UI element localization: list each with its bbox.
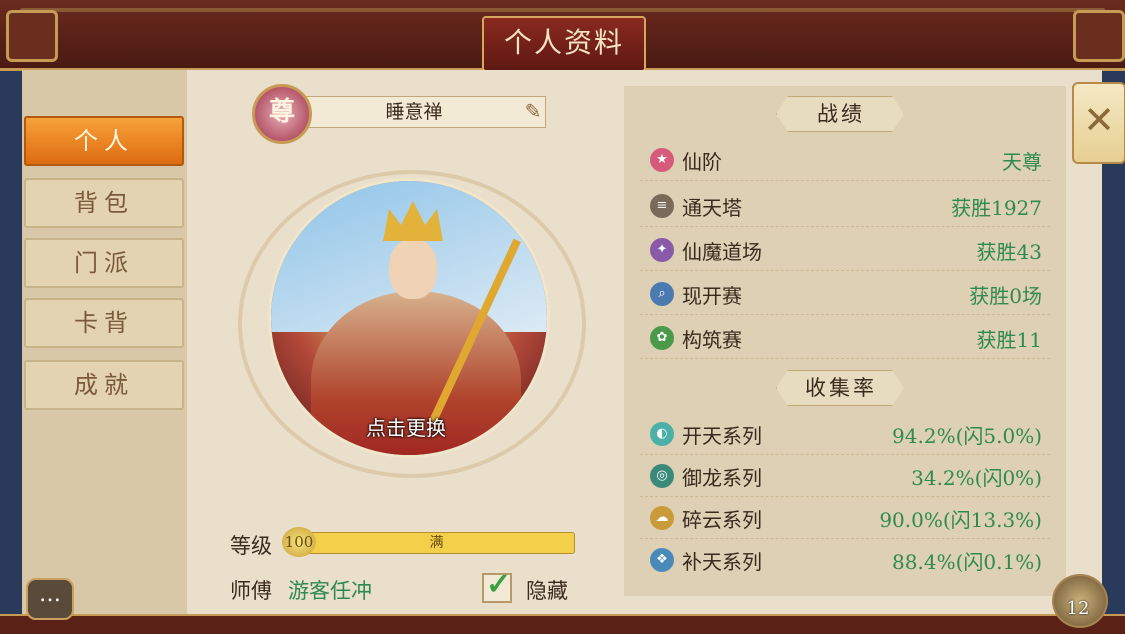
tab-achievements[interactable]: 成就 — [24, 360, 184, 410]
checkmark-icon: ✓ — [486, 567, 512, 602]
hide-checkbox[interactable]: ✓ — [482, 567, 512, 603]
stat-row: ≡ 通天塔 获胜1927 — [640, 186, 1050, 227]
level-progress-bar: 满 — [298, 532, 575, 554]
chat-button[interactable]: … — [26, 578, 74, 620]
collection-row: ◐ 开天系列 94.2%(闪5.0%) — [640, 414, 1050, 455]
tab-card-back[interactable]: 卡背 — [24, 298, 184, 348]
stat-row: ✿ 构筑赛 获胜11 — [640, 318, 1050, 359]
stat-row: ★ 仙阶 天尊 — [640, 140, 1050, 181]
change-avatar-label[interactable]: 点击更换 — [268, 412, 544, 441]
collection-header: 收集率 — [776, 370, 904, 406]
close-icon: ✕ — [1083, 98, 1115, 142]
footer-bar — [0, 614, 1125, 634]
tab-sect[interactable]: 门派 — [24, 238, 184, 288]
level-value: 100 — [282, 527, 316, 557]
sky-icon: ❖ — [650, 548, 674, 572]
stat-row: ✦ 仙魔道场 获胜43 — [640, 230, 1050, 271]
tab-personal[interactable]: 个人 — [24, 116, 184, 166]
dragon-icon: ◎ — [650, 464, 674, 488]
build-icon: ✿ — [650, 326, 674, 350]
rank-badge-icon: 尊 — [252, 84, 312, 144]
corner-ornament-left — [6, 10, 58, 62]
profile-window: 个人资料 个人 背包 门派 卡背 成就 睡意禅 尊 ✎ 点击更换 等级 满 10… — [0, 0, 1125, 634]
master-label: 师傅 — [230, 579, 272, 603]
record-header: 战绩 — [776, 96, 904, 132]
hide-label: 隐藏 — [526, 579, 568, 603]
player-name: 睡意禅 — [282, 96, 546, 128]
kaitian-icon: ◐ — [650, 422, 674, 446]
edit-name-icon[interactable]: ✎ — [520, 98, 546, 124]
tab-backpack[interactable]: 背包 — [24, 178, 184, 228]
tower-icon: ≡ — [650, 194, 674, 218]
collection-row: ☁ 碎云系列 90.0%(闪13.3%) — [640, 498, 1050, 539]
stat-row: ⌕ 现开赛 获胜0场 — [640, 274, 1050, 315]
collection-row: ◎ 御龙系列 34.2%(闪0%) — [640, 456, 1050, 497]
collection-row: ❖ 补天系列 88.4%(闪0.1%) — [640, 540, 1050, 580]
chat-bubble-icon: … — [39, 582, 61, 607]
demon-icon: ✦ — [650, 238, 674, 262]
search-icon: ⌕ — [650, 282, 674, 306]
close-button[interactable]: ✕ — [1072, 82, 1125, 164]
master-name[interactable]: 游客任冲 — [288, 575, 372, 605]
corner-ornament-right — [1073, 10, 1125, 62]
star-icon: ★ — [650, 148, 674, 172]
cloud-icon: ☁ — [650, 506, 674, 530]
window-title: 个人资料 — [482, 16, 646, 72]
level-label: 等级 — [230, 534, 272, 558]
currency-count: 12 — [1066, 598, 1090, 619]
